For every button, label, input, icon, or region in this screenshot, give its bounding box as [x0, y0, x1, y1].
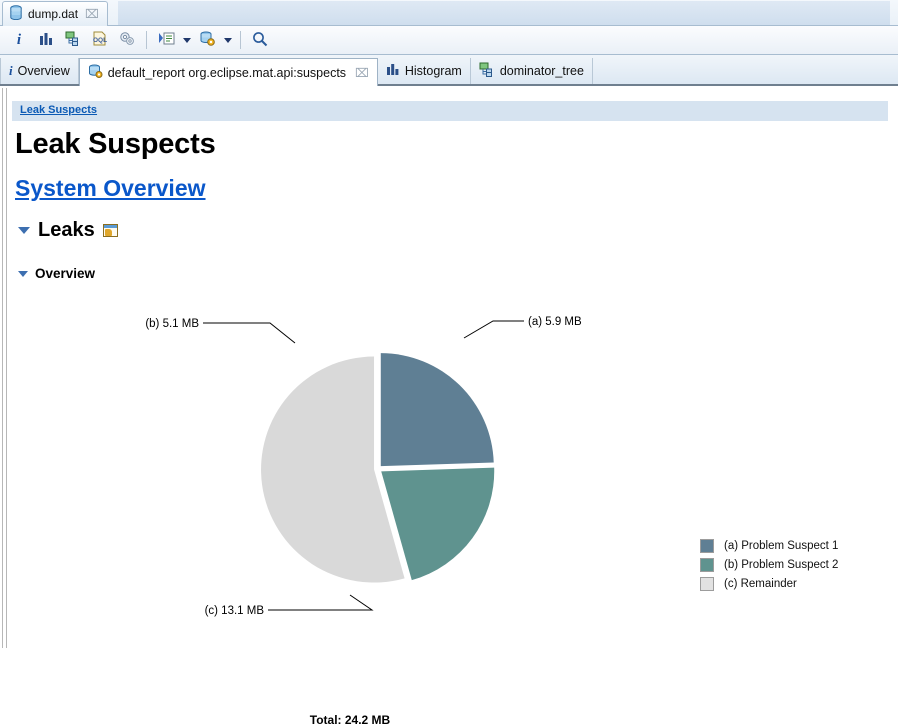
callout-line-a	[463, 320, 524, 339]
legend-swatch-a	[700, 538, 714, 553]
callout-line-c	[268, 594, 374, 611]
system-overview-link[interactable]: System Overview	[15, 175, 206, 202]
search-icon	[252, 31, 268, 50]
editor-tab-bar: dump.dat ⌧	[0, 0, 898, 26]
info-icon: i	[16, 31, 22, 48]
toolbar-separator-1	[146, 31, 147, 49]
open-query-browser-dropdown[interactable]	[221, 28, 234, 52]
pie-callout-label-c: (c) 13.1 MB	[205, 605, 265, 617]
legend-item: (b) Problem Suspect 2	[700, 555, 890, 574]
tree-icon	[479, 62, 495, 80]
legend-swatch-c	[700, 576, 714, 591]
leaks-heading: Leaks	[38, 219, 95, 241]
content-border-inner	[6, 88, 7, 648]
oql-button[interactable]: OQL	[87, 27, 113, 53]
chevron-down-icon[interactable]	[18, 227, 30, 234]
chevron-down-icon[interactable]	[18, 270, 28, 277]
legend-item: (a) Problem Suspect 1	[700, 536, 890, 555]
pie-callout-label-b: (b) 5.1 MB	[145, 318, 199, 330]
heap-dump-icon	[9, 5, 23, 23]
gears-icon	[119, 31, 135, 49]
run-report-icon	[158, 31, 175, 49]
leaks-section-header: Leaks	[18, 219, 118, 242]
tab-dominator-tree[interactable]: dominator_tree	[471, 58, 593, 84]
histogram-icon	[39, 32, 54, 49]
legend-label-b: (b) Problem Suspect 2	[724, 558, 839, 571]
pie-callout-label-a: (a) 5.9 MB	[528, 316, 582, 328]
report-window-icon[interactable]	[102, 224, 118, 237]
editor-tab-label: dump.dat	[28, 7, 79, 21]
breadcrumb-link-leak-suspects[interactable]: Leak Suspects	[20, 104, 97, 116]
tab-label: default_report org.eclipse.mat.api:suspe…	[107, 65, 347, 80]
breadcrumb: Leak Suspects	[12, 101, 888, 121]
tab-histogram[interactable]: Histogram	[378, 58, 471, 84]
view-tab-bar: i Overview default_report org.eclipse.ma…	[0, 55, 898, 86]
tab-label: Histogram	[404, 64, 462, 78]
chart-total-label: Total: 24.2 MB	[309, 713, 391, 727]
info-icon: i	[9, 63, 13, 78]
editor-tab-bar-filler	[118, 1, 890, 25]
run-expert-system-dropdown[interactable]	[180, 28, 193, 52]
toolbar: i OQL	[0, 26, 898, 55]
histogram-button[interactable]	[33, 27, 59, 53]
editor-tab-dump-dat[interactable]: dump.dat ⌧	[2, 1, 108, 26]
legend-swatch-b	[700, 557, 714, 572]
chart-legend: (a) Problem Suspect 1 (b) Problem Suspec…	[700, 536, 890, 593]
inspector-button[interactable]: i	[6, 27, 32, 53]
overview-section-header: Overview	[18, 266, 95, 281]
histogram-icon	[386, 63, 400, 79]
overview-heading: Overview	[35, 266, 96, 281]
legend-label-c: (c) Remainder	[724, 577, 797, 590]
close-icon[interactable]: ⌧	[355, 67, 369, 79]
report-icon	[88, 64, 103, 81]
run-expert-system-button[interactable]	[153, 27, 179, 53]
tree-icon	[65, 31, 81, 49]
tab-overview[interactable]: i Overview	[0, 58, 79, 84]
tab-default-report-suspects[interactable]: default_report org.eclipse.mat.api:suspe…	[78, 58, 378, 86]
query-browser-icon	[199, 31, 216, 49]
toolbar-separator-2	[240, 31, 241, 49]
report-content: Leak Suspects Leak Suspects System Overv…	[0, 88, 898, 727]
search-button[interactable]	[247, 27, 273, 53]
svg-text:OQL: OQL	[93, 37, 107, 44]
legend-item: (c) Remainder	[700, 574, 890, 593]
calculate-retained-button[interactable]	[114, 27, 140, 53]
tab-label: dominator_tree	[499, 64, 584, 78]
open-query-browser-button[interactable]	[194, 27, 220, 53]
dominator-tree-button[interactable]	[60, 27, 86, 53]
pie-slice-a	[380, 353, 494, 467]
callout-line-b	[203, 322, 296, 344]
page-title: Leak Suspects	[15, 128, 216, 160]
legend-label-a: (a) Problem Suspect 1	[724, 539, 839, 552]
close-icon[interactable]: ⌧	[85, 8, 99, 20]
oql-icon: OQL	[92, 31, 108, 49]
tab-label: Overview	[17, 64, 70, 78]
content-border-outer	[2, 88, 3, 648]
